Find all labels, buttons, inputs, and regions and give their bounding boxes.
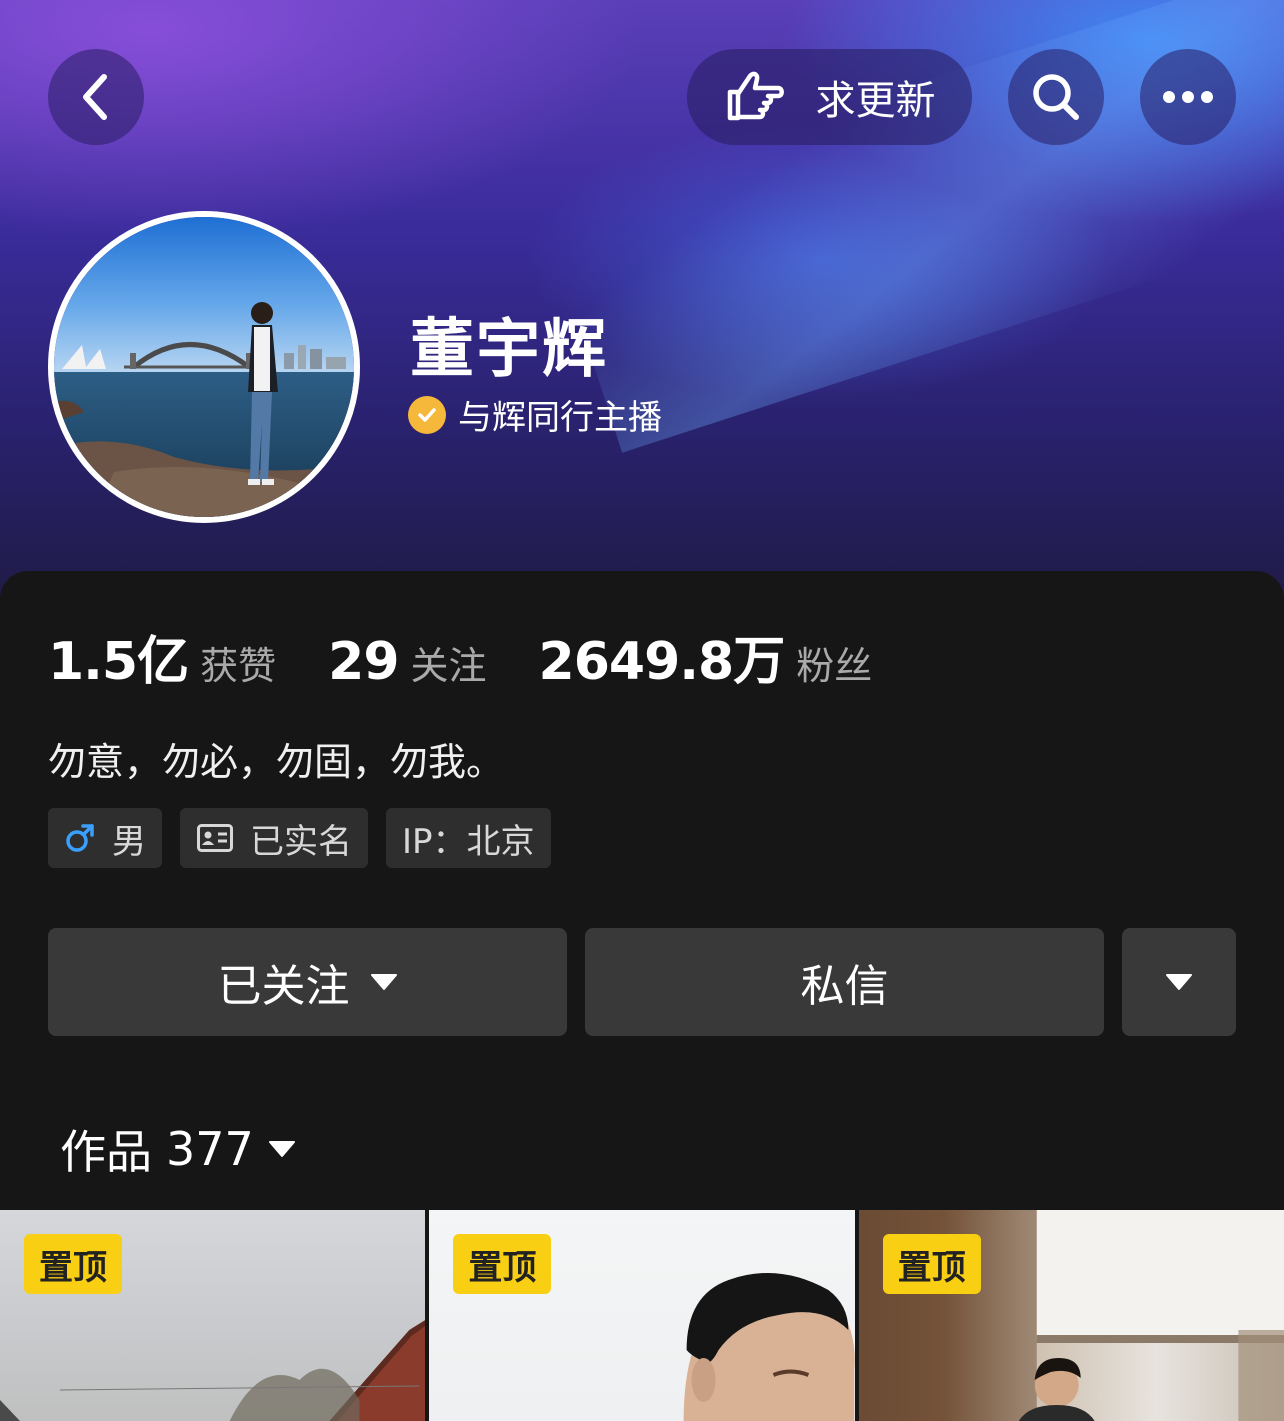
video-thumbnail[interactable]: 置顶 xyxy=(858,1210,1284,1421)
stats-row: 1.5亿 获赞 29 关注 2649.8万 粉丝 xyxy=(48,619,924,694)
more-icon xyxy=(1163,91,1213,103)
tag-row: 男 已实名 IP：北京 xyxy=(48,808,551,868)
bio-text: 勿意，勿必，勿固，勿我。 xyxy=(48,740,505,784)
profile-page: 求更新 董宇辉 与辉同行主播 1.5亿 获赞 29 关注 2649.8万 粉丝 … xyxy=(0,0,1284,1421)
verified-check-icon xyxy=(408,395,446,434)
search-icon xyxy=(1033,74,1079,120)
works-label: 作品 xyxy=(60,1125,152,1179)
gender-label: 男 xyxy=(112,821,146,862)
pinned-badge: 置顶 xyxy=(24,1234,122,1294)
verified-label: 与辉同行主播 xyxy=(458,398,662,438)
pinned-badge: 置顶 xyxy=(882,1234,981,1294)
works-tab[interactable]: 作品 377 xyxy=(60,1116,296,1182)
ip-tag: IP：北京 xyxy=(386,808,551,868)
id-card-icon xyxy=(197,824,233,852)
following-label: 关注 xyxy=(410,644,487,688)
video-grid: 置顶 置顶 置顶 xyxy=(0,1210,1284,1421)
message-button[interactable]: 私信 xyxy=(585,928,1104,1036)
gender-tag: 男 xyxy=(48,808,162,868)
back-arrow-icon xyxy=(83,74,107,120)
works-count: 377 xyxy=(166,1122,254,1176)
following-count: 29 xyxy=(328,632,399,692)
stat-followers[interactable]: 2649.8万 粉丝 xyxy=(539,619,873,694)
stat-likes[interactable]: 1.5亿 获赞 xyxy=(48,619,276,694)
caret-down-icon xyxy=(370,974,397,990)
video-thumbnail[interactable]: 置顶 xyxy=(0,1210,426,1421)
likes-count: 1.5亿 xyxy=(48,632,189,692)
followers-count: 2649.8万 xyxy=(538,632,786,692)
realname-label: 已实名 xyxy=(250,821,352,862)
verification-row[interactable]: 与辉同行主播 xyxy=(408,390,662,439)
stat-following[interactable]: 29 关注 xyxy=(328,632,486,692)
pointing-hand-icon xyxy=(727,71,784,121)
male-icon xyxy=(66,824,94,852)
following-button-label: 已关注 xyxy=(217,961,350,1012)
pinned-badge: 置顶 xyxy=(453,1234,552,1294)
likes-label: 获赞 xyxy=(200,644,277,688)
caret-down-icon xyxy=(1166,974,1192,990)
avatar-photo xyxy=(54,217,354,517)
search-button[interactable] xyxy=(1008,49,1104,145)
caret-down-icon xyxy=(268,1141,295,1157)
message-button-label: 私信 xyxy=(800,961,889,1012)
profile-name: 董宇辉 xyxy=(410,313,608,387)
following-button[interactable]: 已关注 xyxy=(48,928,567,1036)
more-button[interactable] xyxy=(1140,49,1236,145)
realname-tag: 已实名 xyxy=(180,808,368,868)
back-button[interactable] xyxy=(48,49,144,145)
ip-label: IP：北京 xyxy=(402,821,535,862)
followers-label: 粉丝 xyxy=(796,644,873,688)
avatar[interactable] xyxy=(48,211,360,523)
expand-recommendations-button[interactable] xyxy=(1122,928,1236,1036)
request-update-button[interactable]: 求更新 xyxy=(687,49,972,145)
action-row: 已关注 私信 xyxy=(48,928,1236,1036)
request-update-label: 求更新 xyxy=(815,78,936,124)
video-thumbnail[interactable]: 置顶 xyxy=(429,1210,855,1421)
